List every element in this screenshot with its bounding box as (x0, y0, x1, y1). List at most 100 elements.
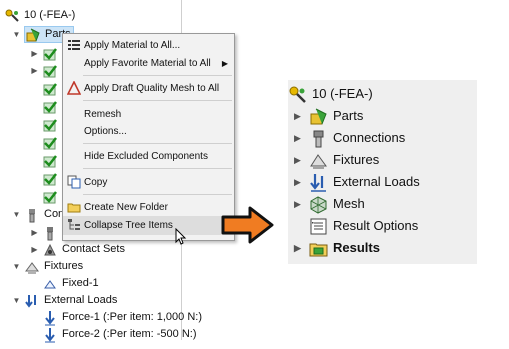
part-check-icon (42, 46, 58, 62)
part-check-icon (42, 63, 58, 79)
results-icon (309, 239, 328, 258)
parts-icon (309, 107, 328, 126)
expand-arrow-icon[interactable]: ▶ (292, 105, 303, 127)
menu-item-label: Apply Favorite Material to All (84, 58, 211, 69)
part-row[interactable] (42, 80, 62, 97)
results-label: Results (333, 240, 380, 255)
bolt-icon (42, 225, 58, 241)
connections-icon (24, 207, 40, 223)
menu-separator (83, 75, 232, 76)
menu-item-label: Options... (84, 126, 127, 137)
part-check-icon (42, 189, 58, 205)
force-arrow-icon (42, 327, 58, 343)
study-icon (288, 85, 307, 104)
part-row[interactable]: ▶ (30, 62, 62, 79)
collapse-arrow-icon[interactable]: ▼ (12, 258, 21, 275)
expand-arrow-icon[interactable]: ▶ (292, 193, 303, 215)
collapse-tree-icon (67, 218, 81, 232)
tree-item-external-loads[interactable]: ▼ External Loads (12, 292, 117, 309)
menu-item-label: Create New Folder (84, 202, 168, 213)
part-row[interactable] (42, 188, 62, 205)
fixtures-icon (309, 151, 328, 170)
part-check-icon (42, 135, 58, 151)
tree-item-parts[interactable]: ▶ Parts (292, 105, 363, 127)
menu-item-apply-material[interactable]: Apply Material to All... (63, 36, 234, 55)
mesh-icon (309, 195, 328, 214)
part-row[interactable] (42, 116, 62, 133)
part-row[interactable] (42, 134, 62, 151)
part-check-icon (42, 99, 58, 115)
parts-label: Parts (333, 108, 364, 123)
tree-item-connections[interactable]: ▶ Connections (292, 127, 405, 149)
tree-item-force-1[interactable]: Force-1 (:Per item: 1,000 N:) (42, 309, 202, 326)
collapsed-tree-panel: 10 (-FEA-) ▶ Parts ▶ Connections ▶ Fixtu… (288, 80, 477, 264)
menu-item-collapse-tree[interactable]: Collapse Tree Items (63, 216, 234, 235)
external-loads-label: External Loads (333, 174, 420, 189)
menu-item-apply-draft-mesh[interactable]: Apply Draft Quality Mesh to All (63, 79, 234, 98)
menu-separator (83, 143, 232, 144)
collapse-arrow-icon[interactable]: ▼ (12, 206, 21, 223)
force-1-label: Force-1 (:Per item: 1,000 N:) (62, 311, 202, 323)
tree-item-external-loads[interactable]: ▶ External Loads (292, 171, 420, 193)
tree-item-mesh[interactable]: ▶ Mesh (292, 193, 365, 215)
collapse-arrow-icon[interactable]: ▼ (12, 26, 21, 43)
connections-label: Connections (333, 130, 406, 145)
expand-arrow-icon[interactable]: ▶ (30, 62, 39, 79)
part-row[interactable]: ▶ (30, 45, 62, 62)
part-row[interactable] (42, 98, 62, 115)
expand-arrow-icon[interactable]: ▶ (292, 237, 303, 259)
menu-separator (83, 194, 232, 195)
expand-arrow-icon[interactable]: ▶ (292, 149, 303, 171)
copy-icon (67, 175, 81, 189)
tree-root-row[interactable]: 10 (-FEA-) (4, 7, 75, 24)
tree-item-results[interactable]: ▶ Results (292, 237, 380, 259)
menu-item-label: Hide Excluded Components (84, 151, 208, 162)
expand-arrow-icon[interactable]: ▶ (292, 127, 303, 149)
menu-item-label: Apply Material to All... (84, 40, 181, 51)
menu-item-copy[interactable]: Copy (63, 173, 234, 192)
menu-separator (83, 100, 232, 101)
tree-root-row[interactable]: 10 (-FEA-) (288, 83, 373, 105)
orange-arrow-icon (220, 205, 276, 248)
expand-arrow-icon[interactable]: ▶ (30, 241, 39, 258)
menu-item-create-folder[interactable]: Create New Folder (63, 198, 234, 217)
menu-item-label: Apply Draft Quality Mesh to All (84, 83, 220, 94)
external-loads-icon (24, 293, 40, 309)
tree-item-fixtures[interactable]: ▼ Fixtures (12, 258, 83, 275)
part-row[interactable] (42, 152, 62, 169)
collapse-arrow-icon[interactable]: ▼ (12, 292, 21, 309)
tree-item-contact-sets[interactable]: ▶ Contact Sets (30, 241, 125, 258)
tree-item-force-2[interactable]: Force-2 (:Per item: -500 N:) (42, 326, 196, 343)
fixtures-label: Fixtures (44, 260, 84, 272)
tree-item-result-options[interactable]: Result Options (292, 215, 418, 237)
submenu-arrow-icon: ▶ (221, 59, 228, 68)
force-arrow-icon (42, 310, 58, 326)
expand-arrow-icon[interactable]: ▶ (30, 224, 39, 241)
mesh-label: Mesh (333, 196, 365, 211)
contact-sets-icon (42, 242, 58, 258)
material-list-icon (67, 38, 81, 52)
tree-root-label: 10 (-FEA-) (24, 9, 76, 21)
part-check-icon (42, 117, 58, 133)
result-options-icon (309, 217, 328, 236)
tree-item-fixed-1[interactable]: Fixed-1 (42, 275, 99, 292)
menu-item-hide-excluded[interactable]: Hide Excluded Components (63, 147, 234, 166)
warning-triangle-icon (66, 80, 82, 95)
part-check-icon (42, 171, 58, 187)
connection-child-row[interactable]: ▶ (30, 224, 62, 241)
menu-item-apply-favorite-material[interactable]: Apply Favorite Material to All ▶ (63, 54, 234, 73)
contact-sets-label: Contact Sets (62, 243, 125, 255)
expand-arrow-icon[interactable]: ▶ (292, 171, 303, 193)
menu-item-label: Collapse Tree Items (84, 220, 173, 231)
part-row[interactable] (42, 170, 62, 187)
tree-item-fixtures[interactable]: ▶ Fixtures (292, 149, 379, 171)
folder-icon (67, 200, 81, 214)
context-menu: Apply Material to All... Apply Favorite … (62, 33, 235, 241)
part-check-icon (42, 81, 58, 97)
menu-item-label: Copy (84, 177, 108, 188)
study-icon (4, 8, 20, 24)
fixtures-label: Fixtures (333, 152, 380, 167)
expand-arrow-icon[interactable]: ▶ (30, 45, 39, 62)
menu-item-options[interactable]: Options... (63, 122, 234, 141)
part-check-icon (42, 153, 58, 169)
